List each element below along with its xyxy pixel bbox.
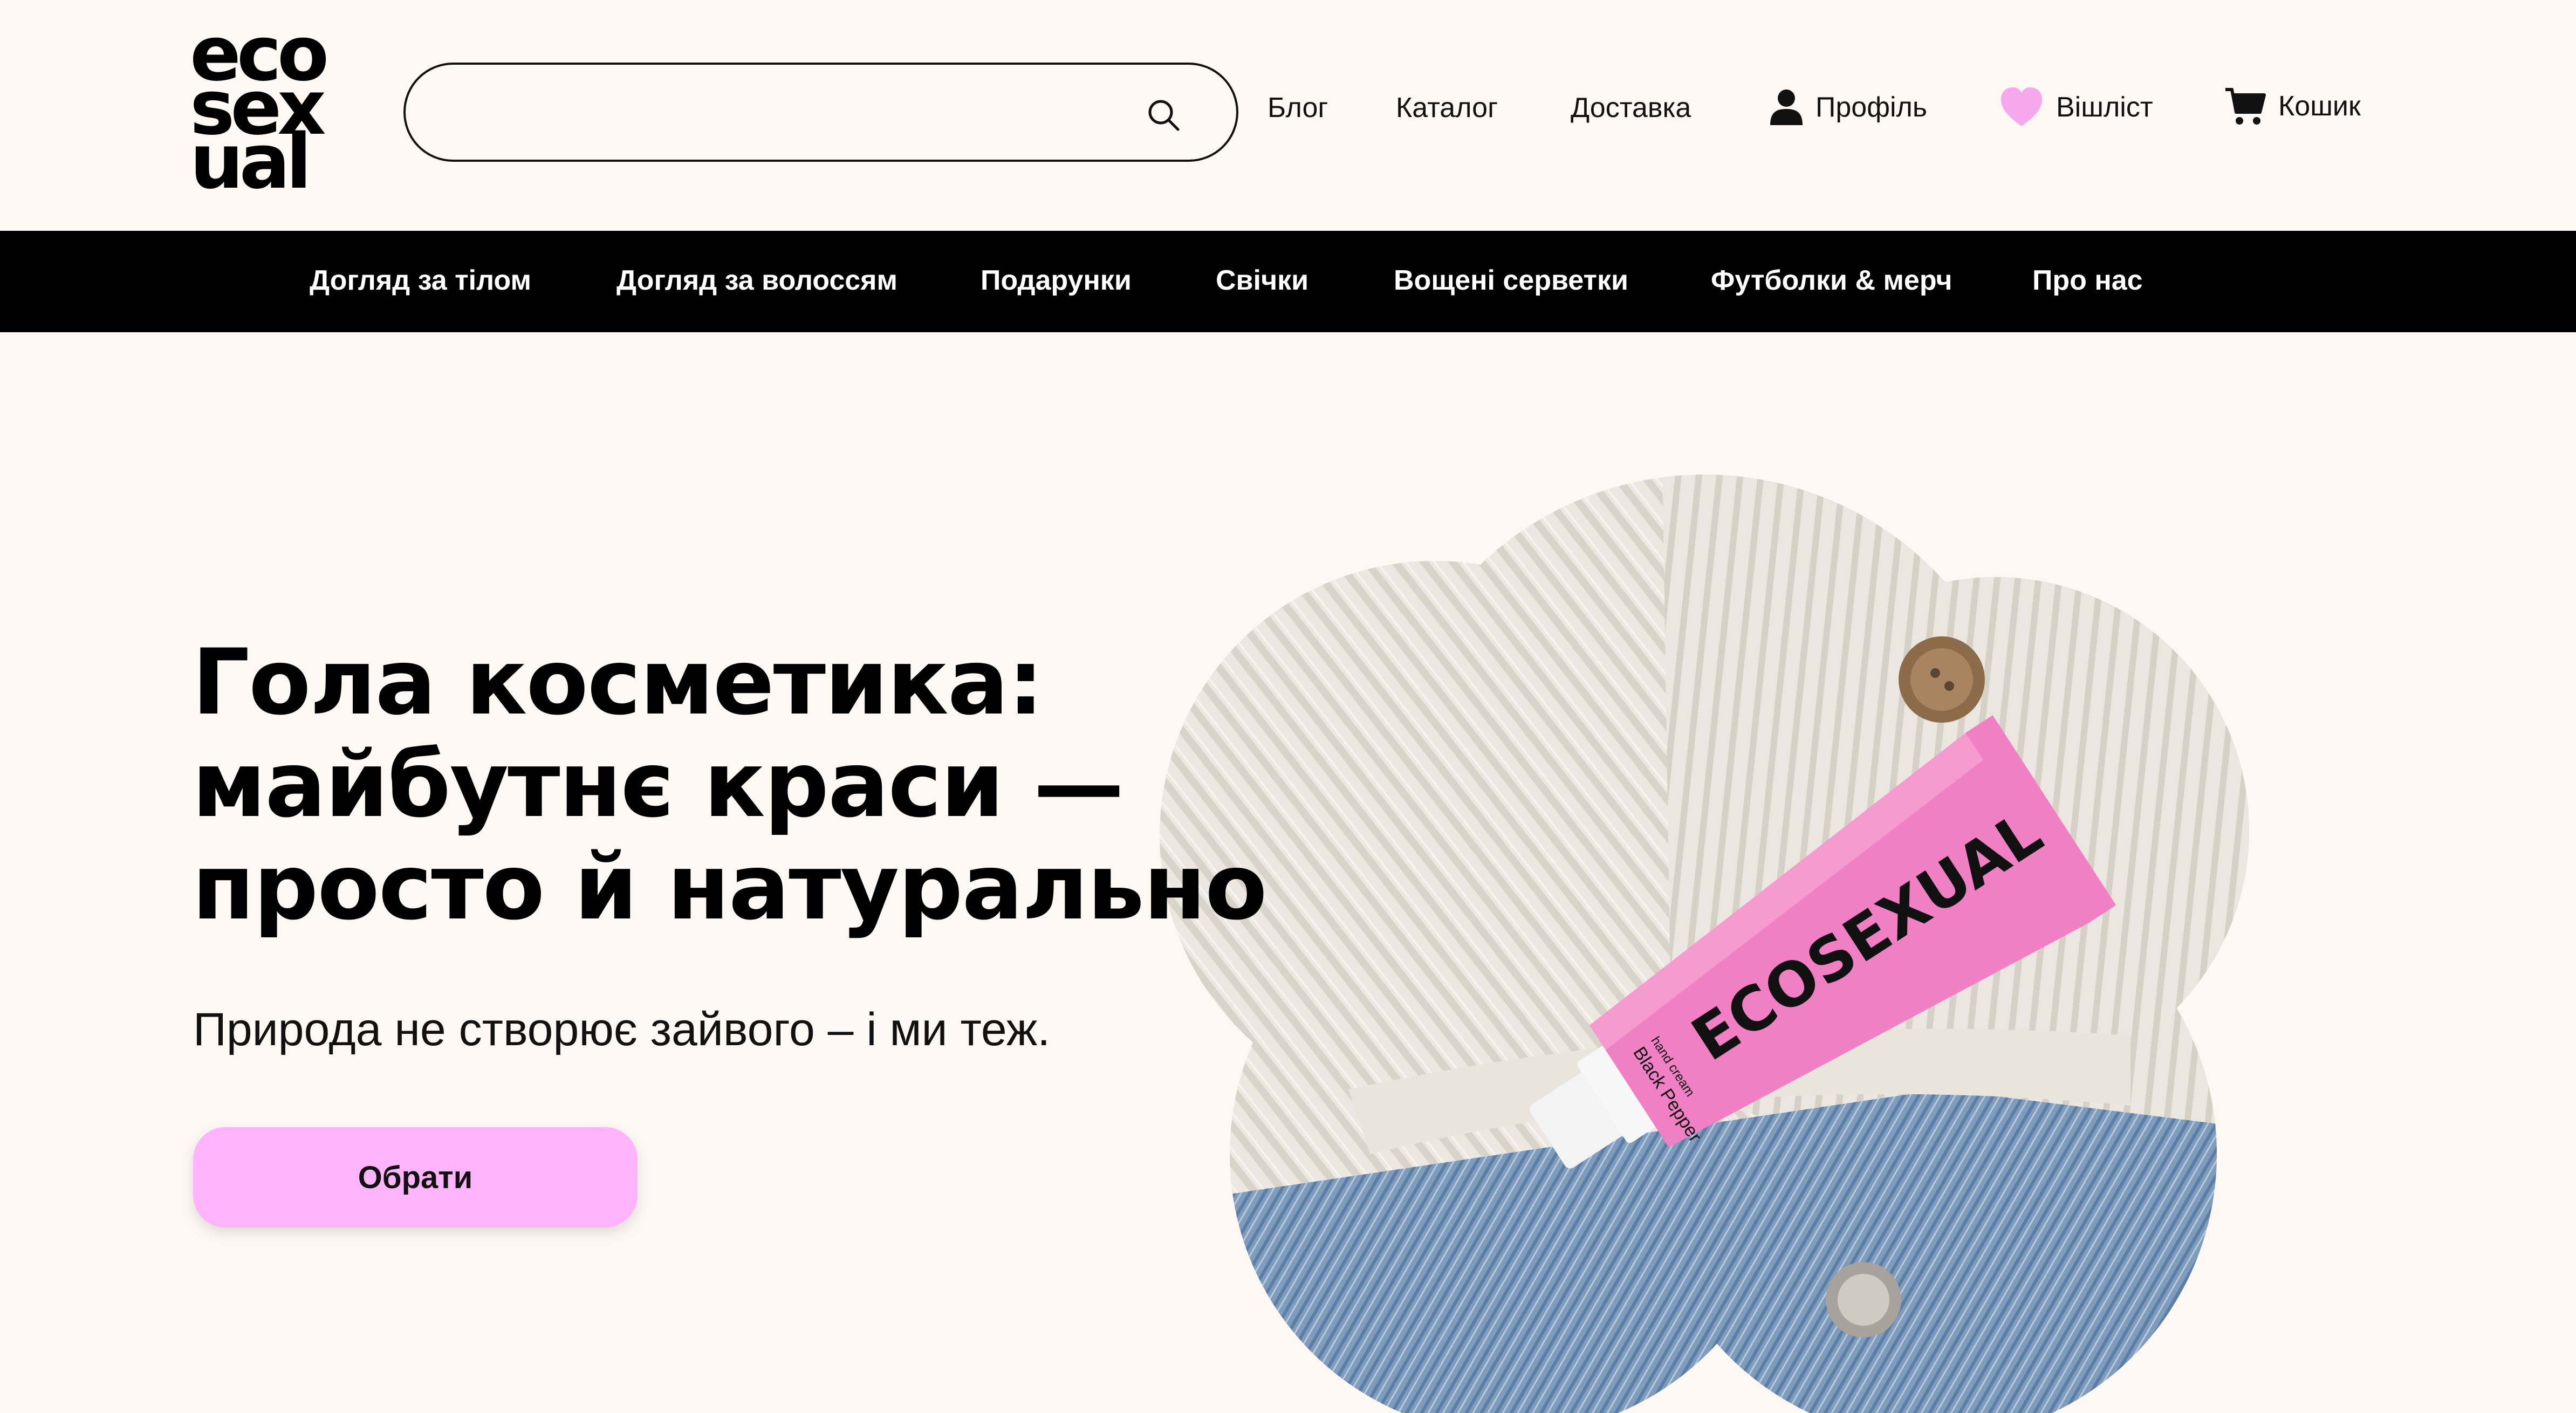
hero-title-line: майбутнє краси —: [192, 732, 1124, 838]
brand-logo[interactable]: eco sex ual: [190, 17, 380, 206]
user-icon: [1770, 90, 1803, 125]
search-bar: [403, 63, 1238, 162]
category-gifts[interactable]: Подарунки: [981, 264, 1132, 297]
hero-title: Гола косметика: майбутнє краси — просто …: [192, 631, 1271, 938]
category-about-us[interactable]: Про нас: [2032, 264, 2143, 297]
cart-icon: [2225, 88, 2266, 125]
nav-delivery-label: Доставка: [1571, 92, 1691, 124]
page: eco sex ual Блог Каталог Доставка Профіл…: [0, 0, 2576, 1413]
hero-subtitle: Природа не створює зайвого – і ми теж.: [193, 1004, 1051, 1055]
hero-title-line: просто й натурально: [192, 834, 1268, 940]
category-candles[interactable]: Свічки: [1216, 264, 1308, 297]
nav-cart-label: Кошик: [2278, 91, 2361, 122]
nav-blog-link[interactable]: Блог: [1268, 92, 1328, 124]
nav-profile-link[interactable]: Профіль: [1769, 88, 1927, 126]
nav-cart-link[interactable]: Кошик: [2224, 86, 2361, 126]
heart-icon: [2001, 87, 2042, 126]
nav-delivery-link[interactable]: Доставка: [1571, 92, 1691, 124]
category-bar: Догляд за тілом Догляд за волоссям Подар…: [0, 231, 2576, 332]
nav-wishlist-link[interactable]: Вішліст: [1999, 86, 2153, 128]
category-wax-wraps[interactable]: Вощені серветки: [1394, 264, 1628, 297]
search-icon[interactable]: [1145, 96, 1182, 134]
category-tshirts-merch[interactable]: Футболки & мерч: [1711, 264, 1952, 297]
nav-profile-label: Профіль: [1815, 92, 1927, 123]
choose-button[interactable]: Обрати: [193, 1127, 638, 1227]
nav-wishlist-label: Вішліст: [2056, 92, 2153, 123]
category-body-care[interactable]: Догляд за тілом: [310, 264, 531, 297]
nav-blog-label: Блог: [1268, 92, 1328, 124]
header: eco sex ual Блог Каталог Доставка Профіл…: [0, 0, 2576, 231]
category-hair-care[interactable]: Догляд за волоссям: [616, 264, 898, 297]
nav-catalog-label: Каталог: [1396, 92, 1498, 124]
search-input[interactable]: [443, 86, 1136, 141]
nav-catalog-link[interactable]: Каталог: [1396, 92, 1498, 124]
logo-line: ual: [190, 118, 312, 206]
hero-title-line: Гола косметика:: [192, 629, 1044, 735]
